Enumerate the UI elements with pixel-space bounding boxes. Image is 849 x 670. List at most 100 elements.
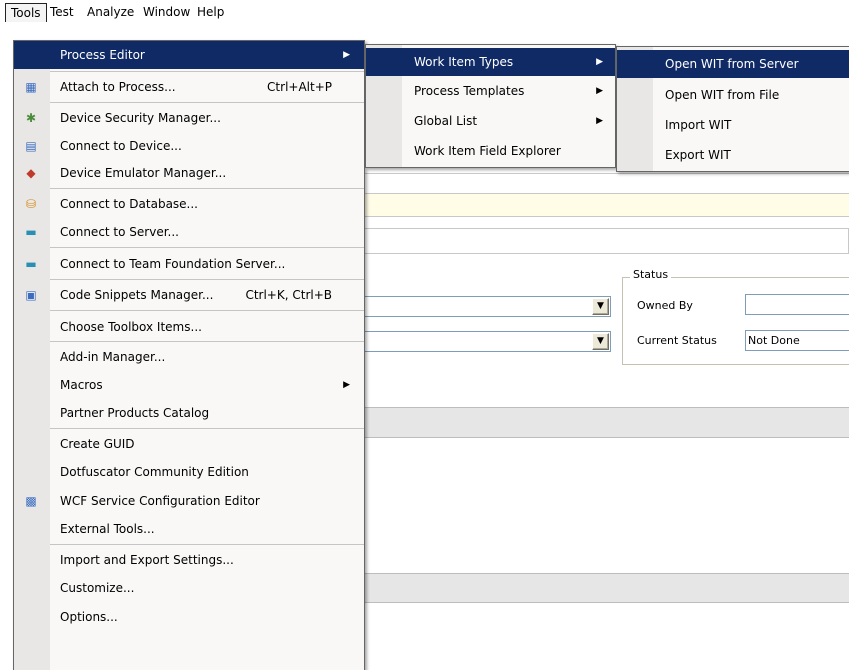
menu-item-label: Choose Toolbox Items...	[60, 320, 202, 334]
submenu-arrow-icon: ▶	[596, 86, 603, 96]
menu-item-import-wit[interactable]: Import WIT	[617, 111, 849, 139]
submenu-arrow-icon: ▶	[343, 50, 350, 60]
menu-item-process-templates[interactable]: Process Templates ▶	[366, 77, 615, 105]
menu-item-label: External Tools...	[60, 522, 155, 536]
process-editor-submenu: Work Item Types ▶ Process Templates ▶ Gl…	[365, 44, 616, 168]
menu-analyze[interactable]: Analyze	[82, 3, 139, 22]
menu-item-global-list[interactable]: Global List ▶	[366, 107, 615, 135]
menu-item-label: Device Security Manager...	[60, 111, 221, 125]
menu-item-work-item-types[interactable]: Work Item Types ▶	[366, 48, 615, 76]
menu-item-label: Work Item Field Explorer	[414, 144, 561, 158]
menu-separator	[50, 341, 364, 342]
menu-item-device-security-manager[interactable]: ✱ Device Security Manager...	[14, 104, 364, 132]
menu-tools[interactable]: Tools	[5, 3, 47, 22]
menu-item-import-export-settings[interactable]: Import and Export Settings...	[14, 546, 364, 574]
info-bar	[365, 193, 849, 217]
menu-item-shortcut: Ctrl+Alt+P	[267, 80, 332, 94]
status-legend: Status	[630, 268, 672, 281]
menu-separator	[50, 188, 364, 189]
menu-item-label: Macros	[60, 378, 103, 392]
menu-separator	[50, 428, 364, 429]
submenu-arrow-icon: ▶	[596, 116, 603, 126]
menu-separator	[50, 544, 364, 545]
menu-item-label: Dotfuscator Community Edition	[60, 465, 249, 479]
menu-item-export-wit[interactable]: Export WIT	[617, 141, 849, 169]
menu-item-create-guid[interactable]: Create GUID	[14, 430, 364, 458]
menu-test[interactable]: Test	[45, 3, 79, 22]
team-server-icon: ▬	[25, 257, 37, 271]
menu-item-add-in-manager[interactable]: Add-in Manager...	[14, 343, 364, 371]
menu-item-open-wit-from-file[interactable]: Open WIT from File	[617, 81, 849, 109]
menu-item-partner-products-catalog[interactable]: Partner Products Catalog	[14, 399, 364, 427]
combo-arrow-icon[interactable]: ▼	[592, 298, 609, 315]
attach-process-icon: ▦	[25, 80, 37, 94]
current-status-label: Current Status	[637, 334, 717, 347]
menu-item-label: Work Item Types	[414, 55, 514, 69]
snippets-icon: ▣	[25, 288, 37, 302]
database-icon: ⛁	[25, 197, 37, 211]
background-panel	[365, 173, 849, 193]
menu-separator	[50, 310, 364, 311]
connect-device-icon: ▤	[25, 139, 37, 153]
submenu-arrow-icon: ▶	[596, 57, 603, 67]
menu-item-work-item-field-explorer[interactable]: Work Item Field Explorer	[366, 137, 615, 165]
wcf-config-icon: ▩	[25, 494, 37, 508]
menu-item-label: Open WIT from Server	[665, 57, 799, 71]
combo-box-2[interactable]: ▼	[365, 331, 611, 352]
current-status-field[interactable]: Not Done	[745, 330, 849, 351]
menu-item-process-editor[interactable]: Process Editor ▶	[14, 41, 364, 69]
menu-item-connect-to-team-foundation-server[interactable]: ▬ Connect to Team Foundation Server...	[14, 250, 364, 278]
menu-item-label: Global List	[414, 114, 478, 128]
combo-arrow-icon[interactable]: ▼	[592, 333, 609, 350]
menu-item-code-snippets-manager[interactable]: ▣ Code Snippets Manager... Ctrl+K, Ctrl+…	[14, 281, 364, 309]
menu-item-label: Process Templates	[414, 84, 525, 98]
menu-item-wcf-service-configuration-editor[interactable]: ▩ WCF Service Configuration Editor	[14, 487, 364, 515]
menu-item-connect-to-server[interactable]: ▬ Connect to Server...	[14, 218, 364, 246]
menu-item-device-emulator-manager[interactable]: ◆ Device Emulator Manager...	[14, 159, 364, 187]
work-item-types-submenu: Open WIT from Server Open WIT from File …	[616, 46, 849, 172]
menu-item-label: Attach to Process...	[60, 80, 176, 94]
menu-item-label: WCF Service Configuration Editor	[60, 494, 260, 508]
title-field[interactable]	[365, 228, 849, 254]
menu-item-label: Open WIT from File	[665, 88, 780, 102]
menu-separator	[50, 102, 364, 103]
menu-item-dotfuscator[interactable]: Dotfuscator Community Edition	[14, 458, 364, 486]
menu-item-label: Options...	[60, 610, 118, 624]
menu-item-label: Add-in Manager...	[60, 350, 166, 364]
menu-item-label: Code Snippets Manager...	[60, 288, 214, 302]
background-tab-strip-2	[365, 573, 849, 603]
menu-item-label: Partner Products Catalog	[60, 406, 210, 420]
owned-by-field[interactable]	[745, 294, 849, 315]
menu-item-label: Create GUID	[60, 437, 135, 451]
menu-item-label: Connect to Team Foundation Server...	[60, 257, 286, 271]
menu-help[interactable]: Help	[192, 3, 229, 22]
emulator-manager-icon: ◆	[26, 166, 36, 180]
menu-item-label: Connect to Database...	[60, 197, 198, 211]
menu-item-label: Customize...	[60, 581, 135, 595]
menu-separator	[50, 279, 364, 280]
menu-item-choose-toolbox-items[interactable]: Choose Toolbox Items...	[14, 313, 364, 341]
menu-item-attach-to-process[interactable]: ▦ Attach to Process... Ctrl+Alt+P	[14, 73, 364, 101]
menu-item-options[interactable]: Options...	[14, 603, 364, 631]
menu-item-label: Import WIT	[665, 118, 732, 132]
menu-item-external-tools[interactable]: External Tools...	[14, 515, 364, 543]
menu-item-macros[interactable]: Macros ▶	[14, 371, 364, 399]
menu-item-label: Export WIT	[665, 148, 731, 162]
menu-item-connect-to-database[interactable]: ⛁ Connect to Database...	[14, 190, 364, 218]
tools-menu: Process Editor ▶ ▦ Attach to Process... …	[13, 40, 365, 670]
menu-item-connect-to-device[interactable]: ▤ Connect to Device...	[14, 132, 364, 160]
menu-item-label: Connect to Server...	[60, 225, 179, 239]
device-security-icon: ✱	[25, 111, 37, 125]
menu-window[interactable]: Window	[138, 3, 195, 22]
menu-item-label: Connect to Device...	[60, 139, 182, 153]
menu-item-label: Device Emulator Manager...	[60, 166, 227, 180]
menu-item-shortcut: Ctrl+K, Ctrl+B	[245, 288, 332, 302]
submenu-arrow-icon: ▶	[343, 380, 350, 390]
background-tab-strip	[365, 407, 849, 438]
menu-item-customize[interactable]: Customize...	[14, 574, 364, 602]
owned-by-label: Owned By	[637, 299, 693, 312]
menu-item-label: Process Editor	[60, 48, 145, 62]
menu-item-open-wit-from-server[interactable]: Open WIT from Server	[617, 50, 849, 78]
menu-separator	[50, 247, 364, 248]
combo-box-1[interactable]: ▼	[365, 296, 611, 317]
